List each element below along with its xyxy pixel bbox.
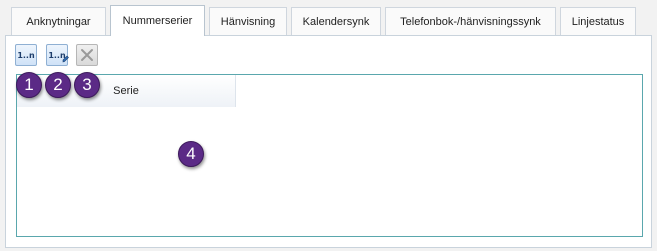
tab-strip: Anknytningar Nummerserier Hänvisning Kal… — [0, 0, 657, 36]
tab-linjestatus[interactable]: Linjestatus — [560, 7, 636, 35]
number-series-window: Anknytningar Nummerserier Hänvisning Kal… — [0, 0, 657, 251]
callout-marker-3: 3 — [74, 72, 100, 98]
tab-telefonbok-hanvisningssynk[interactable]: Telefonbok-/hänvisningssynk — [385, 7, 556, 35]
number-series-panel: 1..n 1..n Serie — [5, 35, 652, 248]
new-series-button[interactable]: 1..n — [15, 44, 37, 66]
tab-hanvisning[interactable]: Hänvisning — [209, 7, 287, 35]
pencil-icon — [62, 55, 69, 62]
callout-marker-1: 1 — [16, 72, 42, 98]
edit-series-button[interactable]: 1..n — [46, 44, 69, 66]
delete-series-button[interactable] — [76, 44, 98, 66]
number-series-grid[interactable]: Serie — [16, 74, 643, 237]
edit-series-icon: 1..n — [48, 51, 69, 62]
callout-marker-4: 4 — [178, 141, 204, 167]
new-series-icon: 1..n — [17, 50, 35, 60]
callout-marker-2: 2 — [45, 72, 71, 98]
tab-nummerserier[interactable]: Nummerserier — [110, 5, 205, 36]
tab-kalendersynk[interactable]: Kalendersynk — [291, 7, 381, 35]
tab-anknytningar[interactable]: Anknytningar — [11, 7, 106, 35]
close-icon — [81, 49, 93, 61]
